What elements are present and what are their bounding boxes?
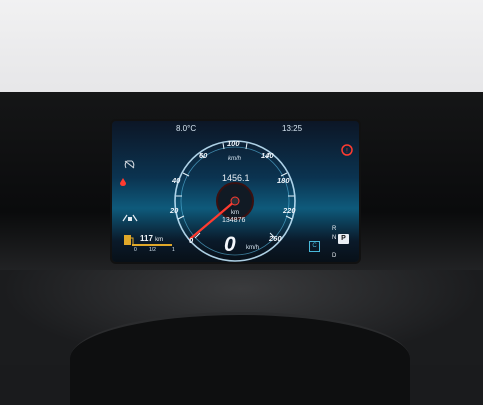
speed-tick-40: 40 bbox=[172, 176, 181, 185]
current-speed-unit: km/h bbox=[246, 245, 260, 251]
odometer-unit: km bbox=[231, 210, 239, 216]
fuel-mark-full: 1 bbox=[172, 247, 175, 253]
fuel-range-value: 117 bbox=[140, 234, 153, 243]
fuel-range-unit: km bbox=[155, 237, 164, 243]
speed-tick-100: 100 bbox=[227, 139, 240, 148]
trip-distance: 1456.1 bbox=[222, 173, 250, 183]
parking-brake-icon: ! bbox=[340, 143, 354, 161]
svg-text:!: ! bbox=[346, 149, 348, 155]
engine-warning-icon bbox=[119, 174, 127, 192]
gear-n: N bbox=[332, 235, 337, 241]
fuel-pump-icon bbox=[123, 233, 135, 251]
gear-r: R bbox=[332, 226, 337, 232]
drive-mode-badge: C bbox=[309, 241, 320, 252]
parking-badge: P bbox=[338, 234, 349, 244]
steering-wheel bbox=[70, 312, 410, 405]
car-interior-photo: 8.0°C 13:25 0 20 40 60 100 140 180 220 2… bbox=[0, 0, 483, 405]
fuel-mark-half: 1/2 bbox=[149, 247, 156, 253]
speed-tick-260: 260 bbox=[269, 234, 282, 243]
clock: 13:25 bbox=[282, 124, 303, 133]
speed-tick-180: 180 bbox=[277, 176, 290, 185]
speed-unit-label: km/h bbox=[228, 156, 242, 162]
speed-tick-220: 220 bbox=[283, 206, 296, 215]
outside-temperature: 8.0°C bbox=[176, 124, 197, 133]
odometer-value: 134876 bbox=[222, 217, 246, 224]
windshield-glare bbox=[0, 0, 483, 96]
speed-tick-20: 20 bbox=[170, 206, 179, 215]
lane-assist-icon bbox=[122, 209, 138, 227]
tire-pressure-icon bbox=[124, 156, 135, 174]
fuel-range: 117 km bbox=[140, 234, 163, 243]
current-speed: 0 bbox=[224, 233, 236, 256]
speed-tick-140: 140 bbox=[261, 151, 274, 160]
speed-tick-60: 60 bbox=[199, 151, 208, 160]
speed-tick-0: 0 bbox=[189, 236, 194, 245]
instrument-cluster: 8.0°C 13:25 0 20 40 60 100 140 180 220 2… bbox=[112, 121, 359, 262]
gear-selector: R N P D bbox=[332, 225, 336, 261]
gear-d: D bbox=[332, 253, 337, 259]
